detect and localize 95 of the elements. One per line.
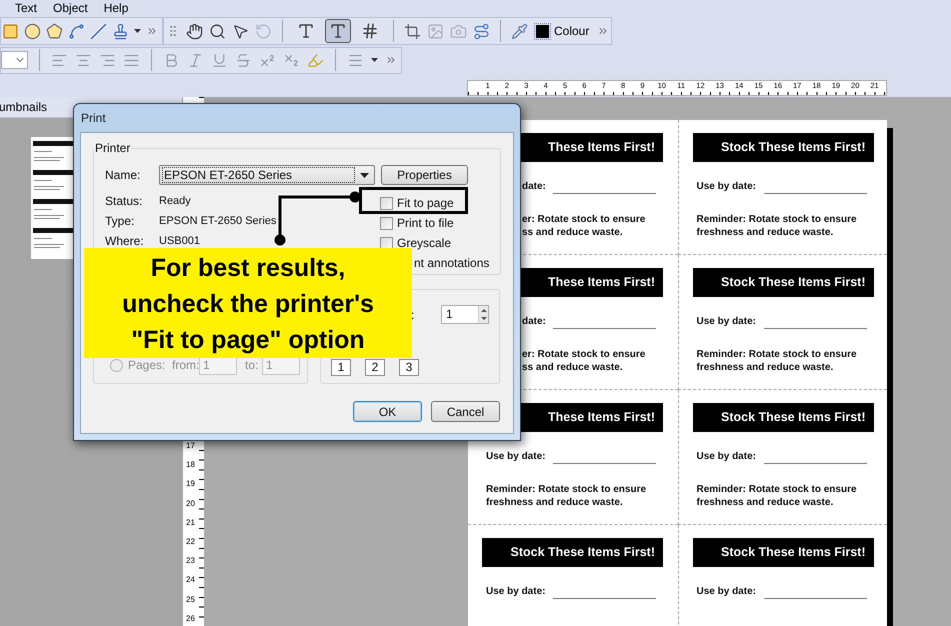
hash-icon — [361, 22, 379, 40]
text-icon — [297, 22, 315, 40]
collate-page: 3 — [399, 359, 419, 376]
callout-note: For best results, uncheck the printer's "Fit to page" option — [84, 248, 412, 358]
camera-tool-icon[interactable] — [450, 22, 467, 40]
overflow-icon[interactable] — [385, 54, 397, 66]
dialog-button[interactable]: OK — [353, 401, 422, 422]
radio-button[interactable] — [110, 358, 123, 372]
field-label: from: — [172, 357, 199, 374]
menu-item[interactable]: Object — [53, 0, 88, 17]
ruler-number: 19 — [185, 479, 196, 490]
use-by-label: date: — [522, 315, 547, 329]
text-frame-tool[interactable] — [325, 19, 351, 43]
hand-tool-icon[interactable] — [186, 22, 203, 40]
checkbox[interactable] — [380, 216, 393, 230]
zoom-tool-icon[interactable] — [209, 22, 226, 40]
ellipse-tool-icon[interactable] — [24, 22, 41, 40]
page-thumbnail-drawing[interactable] — [31, 137, 73, 259]
path-tool-icon[interactable] — [473, 22, 490, 40]
text-icon — [329, 22, 347, 40]
use-by-label: Use by date: — [696, 450, 757, 464]
ruler-number: 21 — [185, 518, 196, 528]
use-by-label: date: — [522, 180, 547, 194]
caret-icon[interactable] — [134, 29, 141, 33]
ruler-number: 26 — [185, 614, 196, 624]
checkbox[interactable] — [380, 196, 393, 210]
crop-tool-icon[interactable] — [404, 22, 421, 40]
dialog-title: Print — [81, 110, 106, 127]
caret-icon — [360, 172, 369, 178]
field-value: EPSON ET-2650 Series — [159, 214, 276, 229]
label-heading: Stock These Items First! — [692, 133, 874, 162]
label-heading: Stock These Items First! — [482, 538, 663, 567]
reminder-text: Reminder: Rotate stock to ensure freshness and reduce waste. — [696, 483, 857, 509]
reminder-text: er: Rotate stock to ensure ss and reduce waste. — [522, 348, 646, 374]
dialog-button[interactable]: Cancel — [431, 401, 500, 422]
option-label: Pages: — [128, 357, 166, 374]
strikethrough-icon[interactable] — [235, 52, 252, 68]
ruler-number: 24 — [185, 575, 196, 586]
image-tool-icon[interactable] — [427, 22, 444, 40]
field-label: : — [411, 306, 416, 324]
overflow-icon[interactable] — [597, 25, 610, 37]
highlighter-icon[interactable] — [307, 52, 324, 68]
rectangle-tool-icon[interactable] — [2, 22, 19, 40]
reminder-text: Reminder: Rotate stock to ensure freshness and reduce waste. — [696, 348, 857, 374]
label-heading: Stock These Items First! — [692, 403, 874, 432]
font-size-field[interactable] — [1, 51, 28, 69]
menu-item[interactable]: Text — [15, 0, 38, 17]
curve-tool-icon[interactable] — [68, 22, 85, 40]
option-label: Print to file — [397, 215, 454, 232]
reminder-text: Reminder: Rotate stock to ensure freshness and reduce waste. — [696, 213, 857, 239]
use-by-label: Use by date: — [486, 450, 546, 464]
underline-icon[interactable] — [211, 52, 228, 68]
stamp-tool-icon[interactable] — [112, 22, 129, 40]
overflow-icon[interactable] — [146, 25, 158, 37]
ruler-number: 22 — [185, 536, 196, 547]
ruler-number: 20 — [185, 498, 196, 509]
caret-icon[interactable] — [371, 58, 378, 62]
option-label: Fit to page — [397, 195, 454, 212]
use-by-label: Use by date: — [696, 315, 757, 329]
group-label: Printer — [94, 140, 132, 157]
field-label: Status: — [105, 193, 144, 210]
label-heading: Stock These Items First! — [692, 268, 874, 297]
copies-spinner[interactable]: 1 — [441, 305, 489, 324]
field-label: to: — [245, 357, 260, 374]
field-label: Where: — [105, 233, 145, 250]
menu-item[interactable]: Help — [104, 0, 128, 17]
colour-swatch — [536, 24, 549, 38]
properties-button[interactable]: Properties — [381, 165, 468, 185]
ruler-number: 17 — [185, 441, 196, 451]
use-by-label: Use by date: — [486, 585, 546, 599]
ruler-number: 23 — [185, 556, 196, 566]
collate-page: 1 — [331, 359, 351, 376]
italic-icon[interactable] — [187, 52, 204, 68]
field-label: Name: — [105, 167, 142, 184]
printer-select[interactable]: EPSON ET-2650 Series — [159, 165, 375, 185]
label-heading: Stock These Items First! — [692, 538, 874, 567]
collate-page: 2 — [365, 359, 385, 376]
reminder-text: Reminder: Rotate stock to ensure freshness and reduce waste. — [486, 483, 646, 509]
colour-button[interactable]: Colour — [534, 20, 592, 42]
polygon-tool-icon[interactable] — [46, 22, 63, 40]
panel-title: umbnails — [0, 99, 48, 116]
ruler-number: 25 — [185, 594, 196, 604]
pointer-tool-icon[interactable] — [232, 22, 249, 40]
line-tool-icon[interactable] — [90, 22, 107, 40]
reminder-text: er: Rotate stock to ensure ss and reduce waste. — [522, 213, 646, 239]
field-value: USB001 — [159, 234, 200, 249]
eyedropper-icon[interactable] — [511, 22, 528, 40]
checkbox[interactable] — [380, 236, 393, 250]
field-value: Ready — [159, 194, 191, 209]
ruler-number: 18 — [185, 460, 196, 470]
field-label: Type: — [105, 213, 136, 230]
spin-arrows-icon — [479, 306, 489, 323]
use-by-label: Use by date: — [696, 180, 757, 194]
rotate-tool-icon[interactable] — [255, 22, 272, 40]
use-by-label: Use by date: — [696, 585, 757, 599]
